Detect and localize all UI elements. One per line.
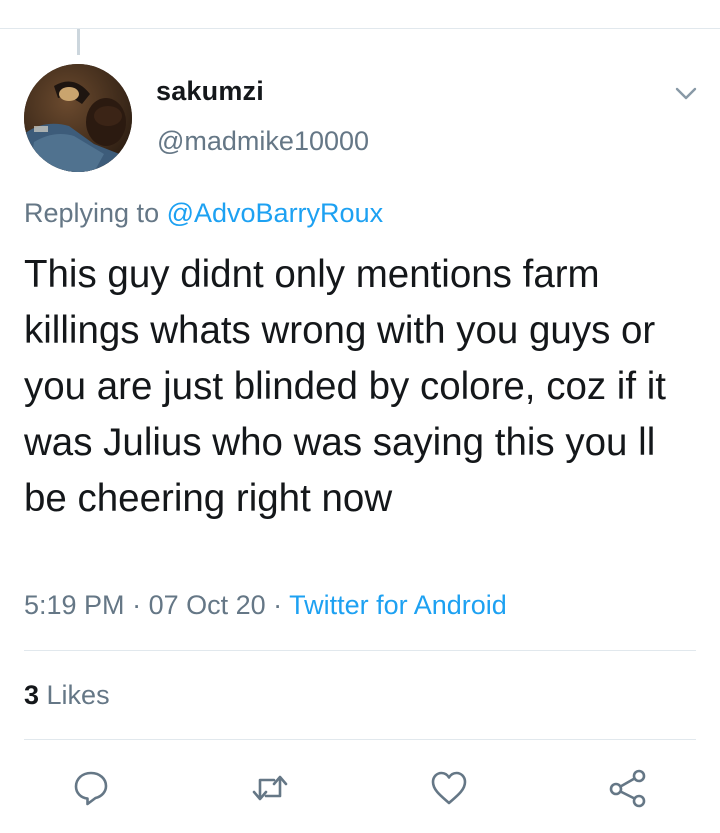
- user-handle[interactable]: @madmike10000: [157, 126, 369, 157]
- thread-connector-line: [77, 29, 80, 55]
- retweet-icon: [252, 775, 288, 801]
- replying-to-mention[interactable]: @AdvoBarryRoux: [167, 198, 384, 228]
- tweet-date: 07 Oct 20: [148, 590, 266, 620]
- replying-to-line: Replying to @AdvoBarryRoux: [24, 198, 383, 229]
- meta-separator: ·: [265, 590, 290, 620]
- avatar-photo: [24, 64, 132, 172]
- top-divider: [0, 28, 720, 29]
- likes-stat[interactable]: 3 Likes: [24, 680, 110, 711]
- tweet-meta: 5:19 PM · 07 Oct 20 · Twitter for Androi…: [24, 590, 507, 621]
- likes-count: 3: [24, 680, 40, 710]
- reply-icon: [74, 771, 108, 806]
- tweet-text: This guy didnt only mentions farm killin…: [24, 253, 666, 520]
- heart-icon: [431, 771, 467, 805]
- like-button[interactable]: [427, 766, 471, 810]
- divider: [24, 739, 696, 740]
- share-icon: [609, 769, 646, 808]
- meta-separator: ·: [124, 590, 149, 620]
- reply-button[interactable]: [69, 766, 113, 810]
- retweet-button[interactable]: [248, 766, 292, 810]
- tweet-time: 5:19 PM: [24, 590, 125, 620]
- chevron-down-icon[interactable]: [672, 82, 700, 104]
- share-button[interactable]: [606, 766, 650, 810]
- divider: [24, 650, 696, 651]
- replying-to-label: Replying to: [24, 198, 167, 228]
- tweet-source-link[interactable]: Twitter for Android: [289, 590, 507, 620]
- likes-label: Likes: [39, 680, 110, 710]
- avatar[interactable]: [24, 64, 132, 172]
- display-name[interactable]: sakumzi: [156, 76, 264, 107]
